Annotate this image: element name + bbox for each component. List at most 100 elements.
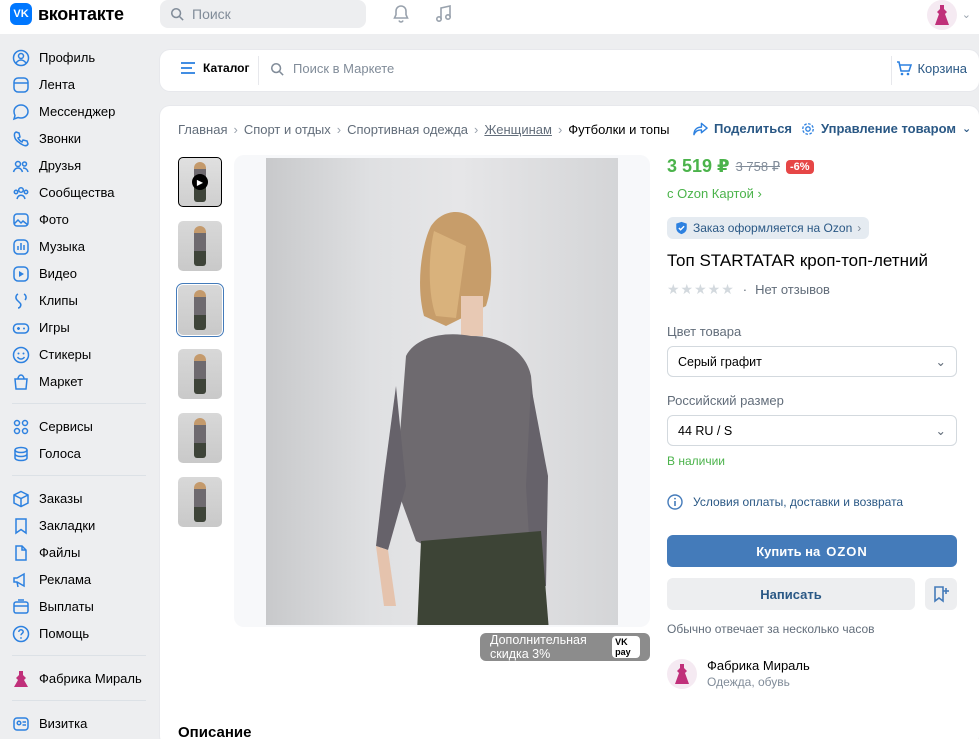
vkpay-icon: VK pay <box>612 636 640 658</box>
sidebar-item-help[interactable]: Помощь <box>0 620 158 647</box>
discount-chip[interactable]: Дополнительная скидка 3% VK pay <box>480 633 650 661</box>
top-search-input[interactable]: Поиск <box>160 0 366 28</box>
sidebar-item-label: Друзья <box>39 158 82 173</box>
sidebar-item-label: Игры <box>39 320 70 335</box>
old-price: 3 758 ₽ <box>735 158 780 174</box>
reply-time-note: Обычно отвечает за несколько часов <box>667 622 875 636</box>
market-icon <box>12 373 30 391</box>
breadcrumb-item[interactable]: Женщинам <box>484 122 552 137</box>
sidebar-item-label: Заказы <box>39 491 83 506</box>
sidebar-item-label: Фото <box>39 212 69 227</box>
ozon-card-link[interactable]: с Ozon Картой › <box>667 186 957 201</box>
gear-icon <box>802 122 814 135</box>
breadcrumb-item[interactable]: Главная <box>178 122 227 137</box>
dress-logo-icon <box>935 5 949 25</box>
rating-stars-icon: ★★★★★ <box>667 281 735 297</box>
thumbnail[interactable] <box>178 221 222 271</box>
color-value: Серый графит <box>678 354 762 369</box>
sidebar-item-community-avatar[interactable]: Фабрика Мираль <box>0 665 158 692</box>
product-title: Топ STARTATAR кроп-топ-летний <box>667 251 928 270</box>
sidebar-item-label: Музыка <box>39 239 85 254</box>
write-label: Написать <box>760 586 822 602</box>
sidebar-item-feed[interactable]: Лента <box>0 71 158 98</box>
price-row: 3 519 ₽ 3 758 ₽ -6% <box>667 156 957 177</box>
sidebar-item-profile[interactable]: Профиль <box>0 44 158 71</box>
product-card: Главная › Спорт и отдых › Спортивная оде… <box>160 106 979 739</box>
divider <box>891 56 892 85</box>
sidebar-item-payouts[interactable]: Выплаты <box>0 593 158 620</box>
sidebar-item-phone[interactable]: Звонки <box>0 125 158 152</box>
write-seller-button[interactable]: Написать <box>667 578 915 610</box>
conditions-label: Условия оплаты, доставки и возврата <box>693 495 904 509</box>
add-to-bookmarks-button[interactable] <box>925 578 957 610</box>
sidebar-item-music[interactable]: Музыка <box>0 233 158 260</box>
menu-icon <box>181 62 195 74</box>
sidebar-divider <box>12 655 146 656</box>
sidebar-item-label: Профиль <box>39 50 96 65</box>
sidebar-item-messenger[interactable]: Мессенджер <box>0 98 158 125</box>
sidebar-item-orders[interactable]: Заказы <box>0 485 158 512</box>
catalog-button[interactable]: Каталог <box>180 61 250 75</box>
discount-badge: -6% <box>786 159 814 174</box>
thumbnail[interactable] <box>178 477 222 527</box>
sidebar-item-friends[interactable]: Друзья <box>0 152 158 179</box>
files-icon <box>12 544 30 562</box>
market-search-input[interactable]: Поиск в Маркете <box>270 61 394 76</box>
seller-category: Одежда, обувь <box>707 675 790 689</box>
sidebar-item-label: Сервисы <box>39 419 93 434</box>
pay-label: pay <box>615 647 631 657</box>
music-note-icon[interactable] <box>434 4 454 24</box>
thumbnail[interactable] <box>178 413 222 463</box>
size-select[interactable]: 44 RU / S ⌄ <box>667 415 957 446</box>
user-avatar[interactable] <box>927 0 957 30</box>
chevron-down-icon: ⌄ <box>961 123 972 135</box>
notifications-bell-icon[interactable] <box>391 4 411 24</box>
buy-on-ozon-button[interactable]: Купить на OZON <box>667 535 957 567</box>
ozon-order-badge[interactable]: Заказ оформляется на Ozon › <box>667 217 870 239</box>
vk-logo[interactable]: VK вконтакте <box>10 3 124 25</box>
color-label: Цвет товара <box>667 324 742 339</box>
sidebar-item-video[interactable]: Видео <box>0 260 158 287</box>
thumbnail-selected[interactable] <box>176 283 224 337</box>
sidebar-item-services[interactable]: Сервисы <box>0 413 158 440</box>
sidebar-item-label: Визитка <box>39 716 88 731</box>
ads-icon <box>12 571 30 589</box>
rating-row[interactable]: ★★★★★ · Нет отзывов <box>667 281 957 298</box>
breadcrumb-item[interactable]: Спорт и отдых <box>244 122 331 137</box>
sidebar-item-votes[interactable]: Голоса <box>0 440 158 467</box>
sidebar-item-files[interactable]: Файлы <box>0 539 158 566</box>
product-photo[interactable] <box>266 158 618 625</box>
color-select[interactable]: Серый графит ⌄ <box>667 346 957 377</box>
thumbnail-list: ▶ <box>176 157 224 541</box>
seller-name: Фабрика Мираль <box>707 658 810 673</box>
sidebar-item-card[interactable]: Визитка <box>0 710 158 737</box>
thumbnail-video[interactable]: ▶ <box>178 157 222 207</box>
manage-product-button[interactable]: Управление товаром ⌄ <box>801 121 971 136</box>
bookmarks-icon <box>12 517 30 535</box>
clips-icon <box>12 292 30 310</box>
seller-block[interactable]: Фабрика Мираль Одежда, обувь <box>667 658 957 689</box>
cart-button[interactable]: Корзина <box>896 61 967 76</box>
share-button[interactable]: Поделиться <box>693 121 792 136</box>
sidebar: Профиль Лента Мессенджер Звонки Друзья Сообще… <box>0 44 158 737</box>
conditions-link[interactable]: Условия оплаты, доставки и возврата <box>667 494 957 510</box>
ozon-order-label: Заказ оформляется на Ozon <box>693 221 853 235</box>
sidebar-item-clips[interactable]: Клипы <box>0 287 158 314</box>
sidebar-item-games[interactable]: Игры <box>0 314 158 341</box>
sidebar-item-market[interactable]: Маркет <box>0 368 158 395</box>
thumbnail[interactable] <box>178 349 222 399</box>
sidebar-item-communities[interactable]: Сообщества <box>0 179 158 206</box>
chevron-down-icon[interactable]: ⌄ <box>962 8 971 21</box>
card-icon <box>12 715 30 733</box>
sidebar-item-stickers[interactable]: Стикеры <box>0 341 158 368</box>
breadcrumb-item[interactable]: Спортивная одежда <box>347 122 468 137</box>
price: 3 519 ₽ <box>667 156 730 176</box>
sidebar-item-bookmarks[interactable]: Закладки <box>0 512 158 539</box>
logo-text: вконтакте <box>38 3 124 24</box>
divider <box>258 56 259 85</box>
sidebar-item-photo[interactable]: Фото <box>0 206 158 233</box>
sidebar-item-label: Реклама <box>39 572 92 587</box>
ozon-logo: OZON <box>826 543 868 559</box>
sidebar-item-ads[interactable]: Реклама <box>0 566 158 593</box>
photo-icon <box>12 211 30 229</box>
